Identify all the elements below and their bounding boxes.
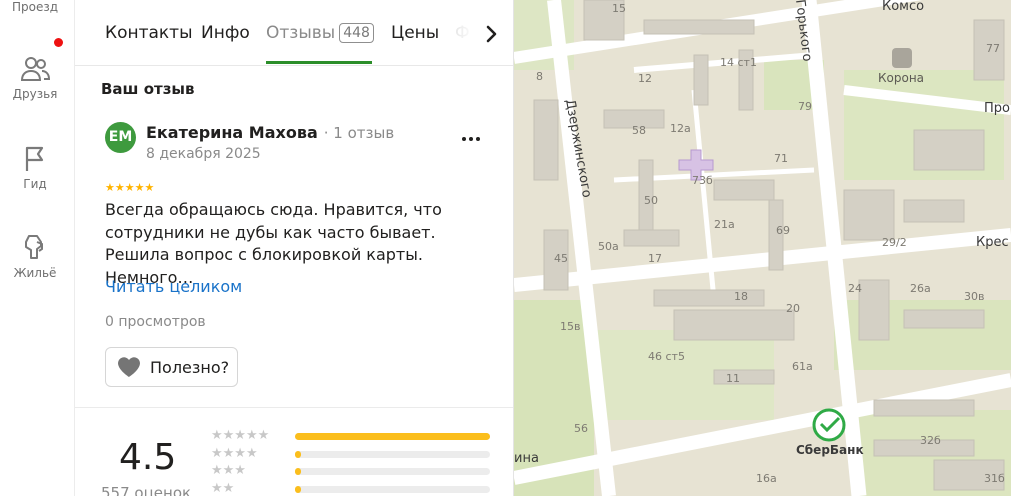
ratings-count: 557 оценок [101, 484, 192, 496]
dist-track [295, 486, 490, 493]
map-view[interactable]: Дзержинского Горького Комсо Про Крес ина… [514, 0, 1011, 496]
svg-text:61а: 61а [792, 360, 813, 373]
more-options-icon[interactable] [459, 126, 483, 150]
dist-stars: ★★ [211, 481, 235, 496]
street-label: Крес [976, 235, 1009, 250]
svg-text:73б: 73б [692, 174, 713, 187]
dist-fill [295, 486, 301, 493]
svg-text:29/2: 29/2 [882, 236, 907, 249]
rating-distribution-row: ★★★★ [211, 446, 491, 462]
svg-text:20: 20 [786, 302, 800, 315]
svg-text:24: 24 [848, 282, 862, 295]
svg-text:30в: 30в [964, 290, 984, 303]
svg-text:58: 58 [632, 124, 646, 137]
rating-distribution-row: ★★★ [211, 463, 491, 479]
svg-text:31б: 31б [984, 472, 1005, 485]
tab-info[interactable]: Инфо [201, 23, 250, 43]
review-stars: ★★★★★ [105, 181, 155, 194]
corona-poi[interactable]: Корона [878, 48, 924, 85]
svg-text:69: 69 [776, 224, 790, 237]
organization-card: Контакты Инфо Отзывы448 Цены Ф Ваш отзыв… [74, 0, 514, 496]
svg-text:14 ст1: 14 ст1 [720, 56, 757, 69]
svg-text:56: 56 [574, 422, 588, 435]
dist-stars: ★★★★★ [211, 428, 270, 443]
author-name[interactable]: Екатерина Махова [146, 123, 318, 142]
dist-track [295, 468, 490, 475]
rail-item-guide[interactable]: Гид [0, 145, 70, 191]
svg-text:50а: 50а [598, 240, 619, 253]
views-count: 0 просмотров [105, 314, 206, 330]
rail-item-route[interactable]: Проезд [0, 0, 70, 14]
section-title: Ваш отзыв [101, 80, 195, 98]
rail-label-housing: Жильё [13, 266, 57, 280]
svg-text:16а: 16а [756, 472, 777, 485]
author-review-count: · 1 отзыв [323, 124, 395, 142]
rating-distribution-row: ★★ [211, 481, 491, 496]
review-author[interactable]: Екатерина Махова · 1 отзыв [146, 123, 394, 142]
svg-text:50: 50 [644, 194, 658, 207]
review-text: Всегда обращаюсь сюда. Нравится, что сот… [105, 200, 442, 287]
dist-fill [295, 468, 301, 475]
svg-text:8: 8 [536, 70, 543, 83]
svg-text:15в: 15в [560, 320, 580, 333]
svg-text:Корона: Корона [878, 71, 924, 85]
svg-text:15: 15 [612, 2, 626, 15]
tab-prices[interactable]: Цены [391, 23, 439, 43]
street-label: ина [514, 451, 539, 466]
review-date: 8 декабря 2025 [146, 146, 261, 162]
reviews-count-badge: 448 [339, 23, 374, 43]
svg-text:79: 79 [798, 100, 812, 113]
left-rail: Проезд Друзья Гид Жильё [0, 0, 74, 496]
helpful-label: Полезно? [150, 357, 230, 377]
dist-track [295, 451, 490, 458]
tab-fade [443, 0, 475, 60]
map-canvas[interactable]: Дзержинского Горького Комсо Про Крес ина… [514, 0, 1011, 496]
notification-dot [54, 38, 63, 47]
svg-text:77: 77 [986, 42, 1000, 55]
friends-icon [20, 57, 50, 81]
flag-icon [25, 146, 44, 171]
read-full-link[interactable]: Читать целиком [105, 277, 242, 296]
svg-text:26а: 26а [910, 282, 931, 295]
rail-label-friends: Друзья [12, 87, 58, 101]
svg-text:45: 45 [554, 252, 568, 265]
svg-text:11: 11 [726, 372, 740, 385]
tab-contacts[interactable]: Контакты [105, 23, 193, 43]
svg-text:17: 17 [648, 252, 662, 265]
helpful-button[interactable]: Полезно? [105, 347, 239, 387]
heart-icon [118, 357, 140, 377]
svg-text:СберБанк: СберБанк [796, 443, 864, 457]
svg-text:46 ст5: 46 ст5 [648, 350, 685, 363]
housing-icon [25, 235, 43, 259]
dist-fill [295, 433, 490, 440]
svg-text:18: 18 [734, 290, 748, 303]
rail-label-route: Проезд [11, 0, 59, 14]
avatar[interactable]: ЕМ [105, 122, 136, 153]
rail-label-guide: Гид [23, 177, 47, 191]
overall-rating: 4.5 [119, 437, 177, 478]
dist-fill [295, 451, 301, 458]
svg-text:21а: 21а [714, 218, 735, 231]
svg-text:32б: 32б [920, 434, 941, 447]
dist-track [295, 433, 490, 440]
rating-distribution-row: ★★★★★ [211, 428, 491, 444]
tab-reviews[interactable]: Отзывы 448 [266, 23, 374, 43]
chevron-right-icon[interactable] [479, 22, 503, 46]
dist-stars: ★★★★ [211, 446, 258, 461]
svg-text:12а: 12а [670, 122, 691, 135]
street-label: Про [984, 101, 1010, 116]
street-label: Комсо [882, 0, 924, 14]
dist-stars: ★★★ [211, 463, 246, 478]
svg-text:12: 12 [638, 72, 652, 85]
divider [75, 407, 513, 408]
rail-item-housing[interactable]: Жильё [0, 232, 70, 280]
rail-item-friends[interactable]: Друзья [0, 55, 70, 101]
active-tab-indicator [266, 61, 372, 64]
tab-bar: Контакты Инфо Отзывы448 Цены Ф [75, 0, 513, 66]
tab-reviews-label: Отзывы [266, 23, 336, 43]
svg-text:71: 71 [774, 152, 788, 165]
